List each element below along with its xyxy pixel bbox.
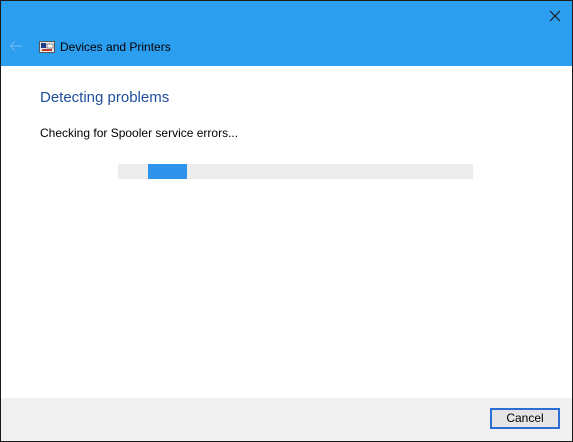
close-button[interactable] [544, 5, 566, 27]
title-bar: Devices and Printers [1, 1, 572, 66]
window-title: Devices and Printers [60, 40, 171, 54]
footer-bar: Cancel [1, 398, 572, 441]
back-button[interactable] [7, 37, 25, 55]
back-arrow-icon [9, 41, 22, 51]
troubleshooter-window: Devices and Printers Detecting problems … [0, 0, 573, 442]
devices-printers-icon [39, 41, 55, 53]
progress-bar [118, 164, 473, 179]
main-content: Detecting problems Checking for Spooler … [1, 66, 572, 398]
status-text: Checking for Spooler service errors... [40, 126, 239, 140]
close-icon [549, 10, 561, 22]
progress-indicator [148, 164, 187, 179]
page-heading: Detecting problems [40, 89, 170, 106]
cancel-button[interactable]: Cancel [490, 408, 560, 429]
